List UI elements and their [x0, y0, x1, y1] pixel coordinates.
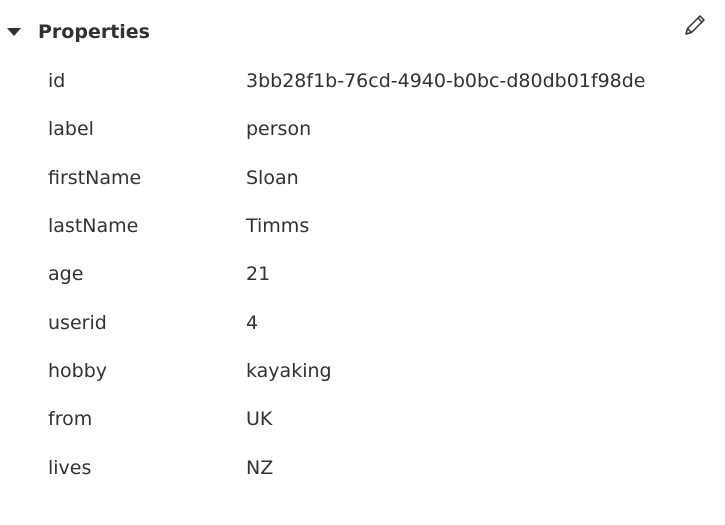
property-row-hobby: hobby kayaking — [0, 347, 725, 395]
property-row-userid: userid 4 — [0, 298, 725, 346]
property-value: UK — [246, 408, 273, 431]
property-value: 21 — [246, 263, 271, 286]
property-value: NZ — [246, 456, 274, 479]
properties-list: id 3bb28f1b-76cd-4940-b0bc-d80db01f98de … — [0, 57, 725, 492]
property-row-from: from UK — [0, 395, 725, 443]
property-row-id: id 3bb28f1b-76cd-4940-b0bc-d80db01f98de — [0, 57, 725, 105]
property-key: lastName — [48, 215, 139, 238]
property-value: 3bb28f1b-76cd-4940-b0bc-d80db01f98de — [246, 70, 646, 93]
section-title: Properties — [38, 21, 150, 43]
pencil-icon — [682, 12, 708, 42]
property-key: label — [48, 118, 94, 141]
property-key: id — [48, 70, 66, 93]
property-row-lives: lives NZ — [0, 443, 725, 491]
property-key: firstName — [48, 166, 142, 189]
property-key: hobby — [48, 359, 108, 382]
property-value: Sloan — [246, 166, 299, 189]
edit-button[interactable] — [680, 12, 710, 42]
property-value: person — [246, 118, 312, 141]
properties-section-toggle[interactable]: Properties — [6, 14, 150, 50]
property-key: age — [48, 263, 84, 286]
property-key: userid — [48, 311, 107, 334]
property-row-firstname: firstName Sloan — [0, 154, 725, 202]
property-key: from — [48, 408, 93, 431]
property-row-label: label person — [0, 105, 725, 153]
properties-panel: Properties id 3bb28f1b-76cd-4940-b0bc-d8… — [0, 0, 725, 525]
caret-down-icon — [6, 24, 22, 40]
property-row-age: age 21 — [0, 250, 725, 298]
property-key: lives — [48, 456, 92, 479]
property-value: 4 — [246, 311, 259, 334]
property-value: kayaking — [246, 359, 332, 382]
property-row-lastname: lastName Timms — [0, 202, 725, 250]
property-value: Timms — [246, 215, 310, 238]
